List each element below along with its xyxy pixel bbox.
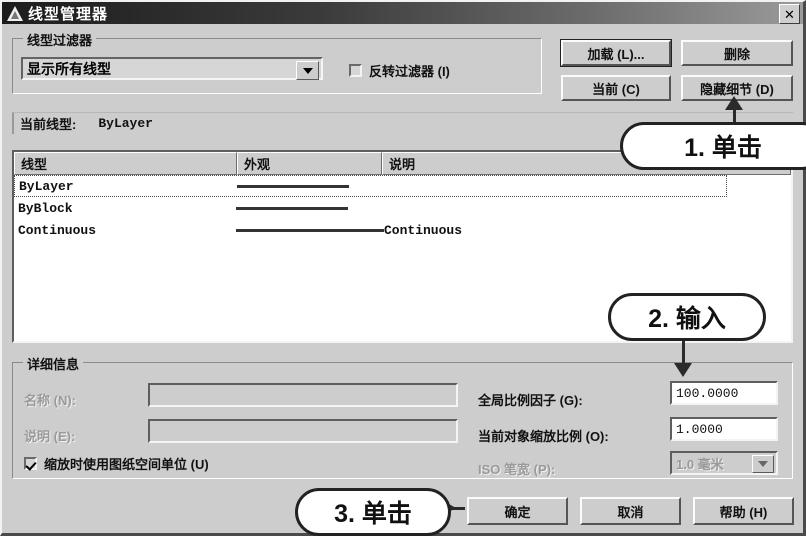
iso-pen-width-label: ISO 笔宽 (P): — [478, 462, 556, 477]
linetype-filter-select[interactable]: 显示所有线型 — [21, 57, 323, 80]
invert-filter-checkbox[interactable] — [349, 64, 362, 77]
linetype-name-cell: Continuous — [18, 222, 97, 238]
cancel-button[interactable]: 取消 — [580, 497, 681, 525]
ok-button[interactable]: 确定 — [467, 497, 568, 525]
details-group-title: 详细信息 — [23, 354, 84, 373]
autocad-triangle-icon — [7, 5, 24, 21]
annotation-step-1: 1. 单击 — [620, 122, 806, 170]
linetype-name-cell: ByLayer — [19, 178, 74, 194]
iso-pen-width-value: 1.0 毫米 — [676, 456, 724, 472]
linetype-appearance-cell — [236, 228, 384, 232]
description-label: 说明 (E): — [24, 429, 76, 444]
name-label: 名称 (N): — [24, 393, 76, 408]
table-row[interactable]: ByLayer — [14, 175, 727, 197]
linetype-appearance-cell — [236, 206, 384, 210]
linetype-filter-group: 线型过滤器 显示所有线型 反转过滤器 (I) — [12, 30, 542, 94]
table-row[interactable]: ByBlock — [14, 197, 791, 219]
object-scale-field[interactable]: 1.0000 — [670, 417, 778, 441]
object-scale-value: 1.0000 — [676, 421, 723, 437]
solid-line-icon — [236, 206, 348, 210]
window-title: 线型管理器 — [28, 5, 109, 23]
annotation-1-arrowhead — [725, 96, 743, 110]
solid-line-icon — [237, 184, 349, 188]
delete-button[interactable]: 删除 — [681, 40, 793, 66]
annotation-step-3: 3. 单击 — [295, 488, 451, 536]
global-scale-value: 100.0000 — [676, 385, 739, 401]
current-linetype-label: 当前线型: — [20, 117, 77, 132]
description-field[interactable] — [148, 419, 458, 443]
paper-space-units-label: 缩放时使用图纸空间单位 (U) — [44, 457, 209, 472]
annotation-step-2: 2. 输入 — [608, 293, 766, 341]
iso-pen-width-select[interactable]: 1.0 毫米 — [670, 451, 778, 475]
paper-space-units-row[interactable]: 缩放时使用图纸空间单位 (U) — [24, 454, 209, 473]
paper-space-units-checkbox[interactable] — [24, 457, 37, 470]
help-button[interactable]: 帮助 (H) — [693, 497, 794, 525]
linetype-filter-group-title: 线型过滤器 — [23, 30, 97, 49]
linetype-manager-dialog: 线型管理器 ✕ 线型过滤器 显示所有线型 反转过滤器 (I) 加载 (L)...… — [0, 0, 806, 536]
current-linetype-value: ByLayer — [98, 116, 153, 131]
name-field[interactable] — [148, 383, 458, 407]
global-scale-field[interactable]: 100.0000 — [670, 381, 778, 405]
annotation-2-arrowhead — [674, 363, 692, 377]
table-row[interactable]: Continuous Continuous — [14, 219, 791, 241]
invert-filter-label: 反转过滤器 (I) — [369, 64, 450, 79]
linetype-name-cell: ByBlock — [18, 200, 73, 216]
object-scale-label: 当前对象缩放比例 (O): — [478, 429, 609, 444]
invert-filter-row[interactable]: 反转过滤器 (I) — [349, 61, 450, 80]
chevron-down-icon[interactable] — [752, 455, 774, 473]
close-icon[interactable]: ✕ — [779, 4, 800, 24]
linetype-appearance-cell — [237, 184, 385, 188]
title-bar: 线型管理器 ✕ — [2, 2, 803, 24]
column-header-appearance[interactable]: 外观 — [237, 152, 382, 175]
linetype-description-cell: Continuous — [384, 222, 463, 238]
global-scale-label: 全局比例因子 (G): — [478, 393, 583, 408]
linetype-filter-value: 显示所有线型 — [27, 60, 111, 77]
set-current-button[interactable]: 当前 (C) — [561, 75, 671, 101]
chevron-down-icon[interactable] — [296, 61, 319, 80]
column-header-linetype[interactable]: 线型 — [14, 152, 237, 175]
load-button[interactable]: 加载 (L)... — [561, 40, 671, 66]
solid-line-icon — [236, 228, 384, 232]
